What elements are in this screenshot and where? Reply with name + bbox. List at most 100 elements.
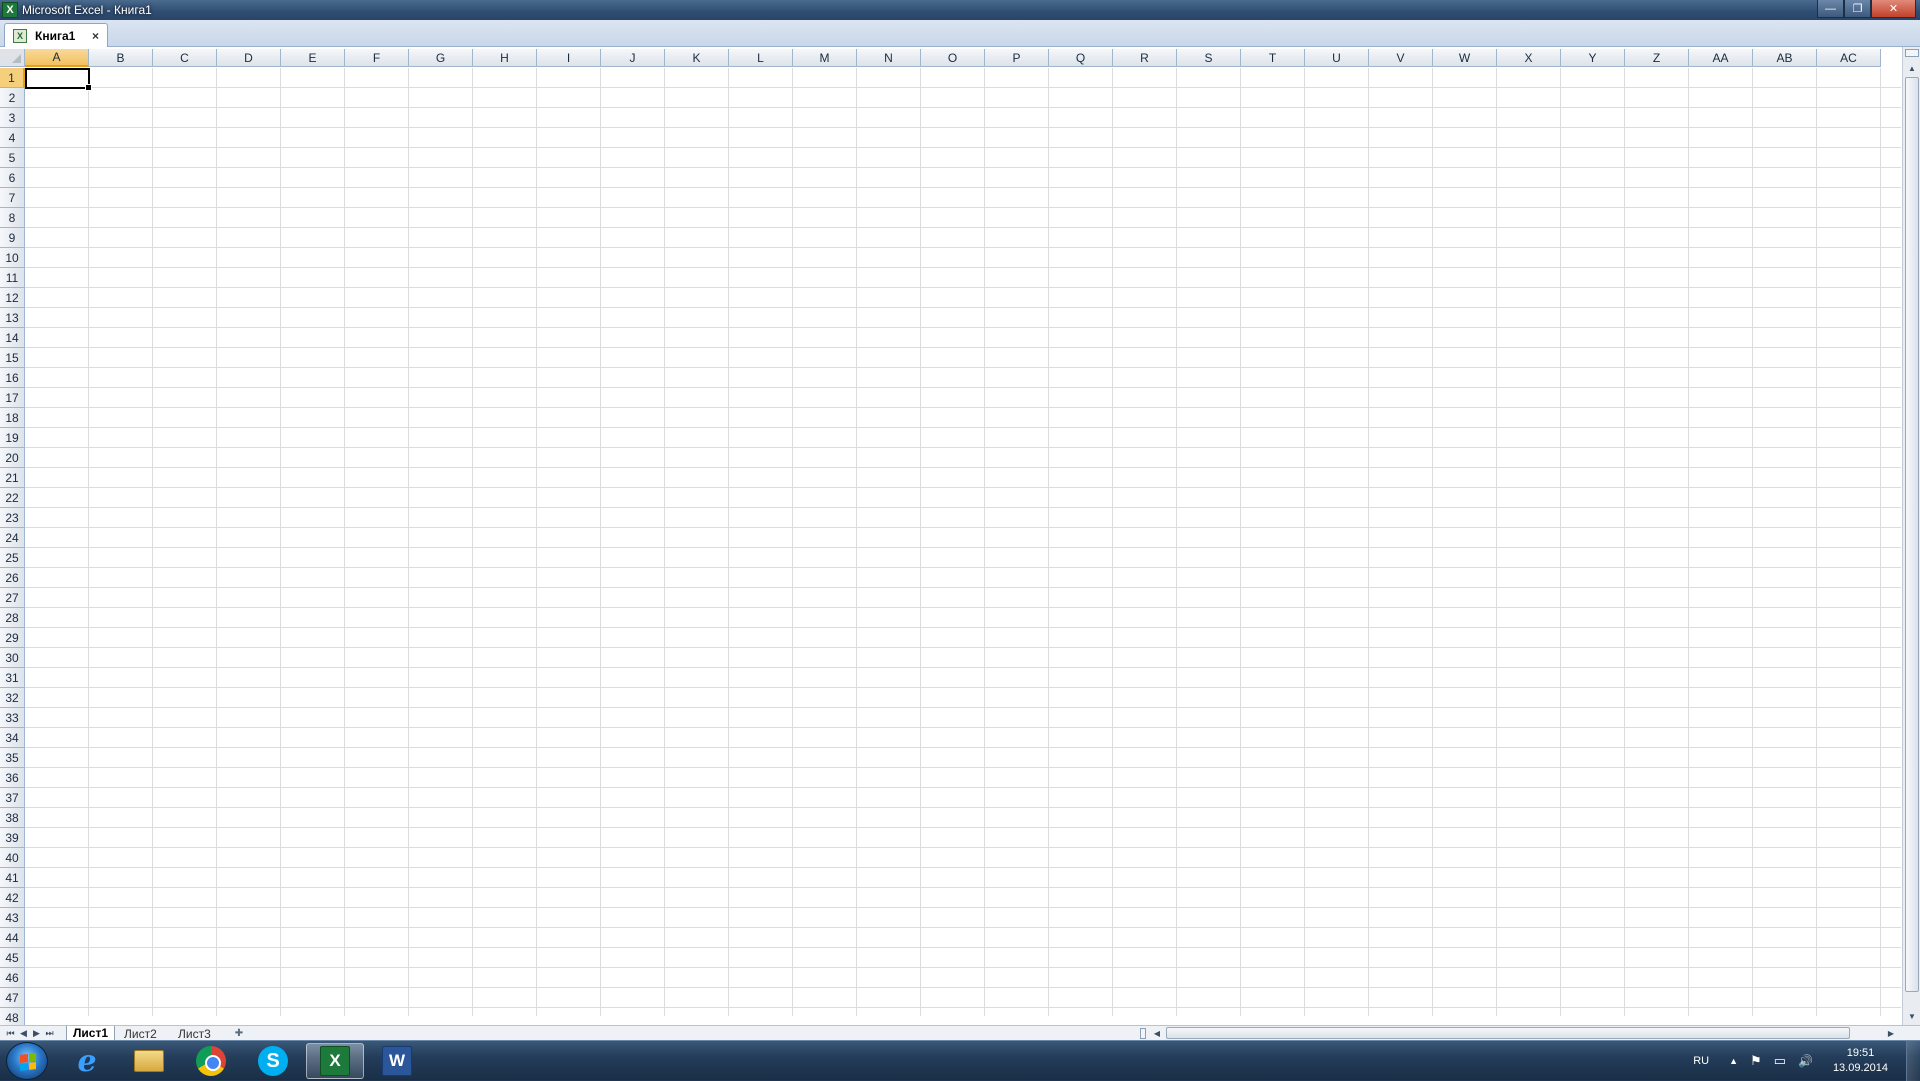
scroll-right-icon[interactable]: ▶	[1884, 1026, 1898, 1040]
column-header-y[interactable]: Y	[1561, 49, 1625, 67]
taskbar-ie[interactable]: e	[58, 1043, 116, 1079]
last-sheet-icon[interactable]: ⏭	[43, 1026, 56, 1040]
column-header-v[interactable]: V	[1369, 49, 1433, 67]
row-header-10[interactable]: 10	[0, 248, 25, 268]
prev-sheet-icon[interactable]: ◀	[17, 1026, 30, 1040]
column-header-q[interactable]: Q	[1049, 49, 1113, 67]
row-header-17[interactable]: 17	[0, 388, 25, 408]
row-header-44[interactable]: 44	[0, 928, 25, 948]
excel-app-icon[interactable]: X	[2, 2, 18, 18]
window-titlebar[interactable]: X Microsoft Excel - Книга1 — ❐ ✕	[0, 0, 1920, 20]
row-header-28[interactable]: 28	[0, 608, 25, 628]
start-button[interactable]	[6, 1042, 48, 1080]
horizontal-scrollbar[interactable]: ◀ ▶	[1140, 1026, 1916, 1041]
select-all-button[interactable]	[0, 49, 25, 67]
column-header-aa[interactable]: AA	[1689, 49, 1753, 67]
row-header-8[interactable]: 8	[0, 208, 25, 228]
column-header-a[interactable]: A	[25, 49, 89, 67]
language-indicator[interactable]: RU	[1693, 1055, 1709, 1067]
cell-area[interactable]	[25, 68, 1901, 1016]
column-header-h[interactable]: H	[473, 49, 537, 67]
column-header-c[interactable]: C	[153, 49, 217, 67]
row-header-16[interactable]: 16	[0, 368, 25, 388]
row-header-7[interactable]: 7	[0, 188, 25, 208]
insert-sheet-icon[interactable]: ✚	[230, 1026, 248, 1040]
sheet-tab-1[interactable]: Лист1	[66, 1026, 116, 1041]
row-header-27[interactable]: 27	[0, 588, 25, 608]
column-header-e[interactable]: E	[281, 49, 345, 67]
column-header-z[interactable]: Z	[1625, 49, 1689, 67]
row-header-31[interactable]: 31	[0, 668, 25, 688]
column-header-x[interactable]: X	[1497, 49, 1561, 67]
row-header-38[interactable]: 38	[0, 808, 25, 828]
row-header-19[interactable]: 19	[0, 428, 25, 448]
row-header-4[interactable]: 4	[0, 128, 25, 148]
row-header-24[interactable]: 24	[0, 528, 25, 548]
minimize-button[interactable]: —	[1817, 0, 1844, 18]
column-header-o[interactable]: O	[921, 49, 985, 67]
row-header-45[interactable]: 45	[0, 948, 25, 968]
first-sheet-icon[interactable]: ⏮	[4, 1026, 17, 1040]
show-desktop-button[interactable]	[1906, 1041, 1920, 1081]
row-header-13[interactable]: 13	[0, 308, 25, 328]
row-header-32[interactable]: 32	[0, 688, 25, 708]
row-header-20[interactable]: 20	[0, 448, 25, 468]
column-header-n[interactable]: N	[857, 49, 921, 67]
row-header-47[interactable]: 47	[0, 988, 25, 1008]
next-sheet-icon[interactable]: ▶	[30, 1026, 43, 1040]
horizontal-scroll-thumb[interactable]	[1166, 1027, 1850, 1039]
row-header-1[interactable]: 1	[0, 68, 25, 88]
row-header-9[interactable]: 9	[0, 228, 25, 248]
taskbar-excel[interactable]: X	[306, 1043, 364, 1079]
column-header-g[interactable]: G	[409, 49, 473, 67]
column-header-w[interactable]: W	[1433, 49, 1497, 67]
row-header-18[interactable]: 18	[0, 408, 25, 428]
action-center-flag-icon[interactable]: ⚑	[1750, 1053, 1762, 1069]
volume-icon[interactable]: 🔊	[1798, 1054, 1813, 1068]
row-header-36[interactable]: 36	[0, 768, 25, 788]
show-hidden-icons-icon[interactable]: ▲	[1729, 1056, 1738, 1066]
vertical-scroll-thumb[interactable]	[1905, 77, 1919, 992]
row-header-37[interactable]: 37	[0, 788, 25, 808]
row-header-14[interactable]: 14	[0, 328, 25, 348]
row-header-2[interactable]: 2	[0, 88, 25, 108]
row-header-42[interactable]: 42	[0, 888, 25, 908]
row-header-3[interactable]: 3	[0, 108, 25, 128]
column-header-r[interactable]: R	[1113, 49, 1177, 67]
close-tab-icon[interactable]: ×	[92, 29, 99, 43]
vertical-scrollbar[interactable]: ▲ ▼	[1902, 47, 1920, 1025]
row-header-43[interactable]: 43	[0, 908, 25, 928]
column-header-d[interactable]: D	[217, 49, 281, 67]
vertical-split-handle[interactable]	[1905, 49, 1919, 57]
column-header-i[interactable]: I	[537, 49, 601, 67]
row-header-11[interactable]: 11	[0, 268, 25, 288]
taskbar-skype[interactable]: S	[244, 1043, 302, 1079]
column-header-ac[interactable]: AC	[1817, 49, 1881, 67]
scroll-down-icon[interactable]: ▼	[1905, 1009, 1919, 1023]
row-header-15[interactable]: 15	[0, 348, 25, 368]
row-header-33[interactable]: 33	[0, 708, 25, 728]
row-header-22[interactable]: 22	[0, 488, 25, 508]
horizontal-split-handle[interactable]	[1140, 1028, 1146, 1039]
scroll-up-icon[interactable]: ▲	[1905, 61, 1919, 75]
taskbar-explorer[interactable]	[120, 1043, 178, 1079]
row-header-41[interactable]: 41	[0, 868, 25, 888]
column-header-t[interactable]: T	[1241, 49, 1305, 67]
column-header-k[interactable]: K	[665, 49, 729, 67]
sheet-tab-2[interactable]: Лист2	[118, 1026, 163, 1041]
column-header-p[interactable]: P	[985, 49, 1049, 67]
row-header-23[interactable]: 23	[0, 508, 25, 528]
row-header-6[interactable]: 6	[0, 168, 25, 188]
row-header-35[interactable]: 35	[0, 748, 25, 768]
row-header-29[interactable]: 29	[0, 628, 25, 648]
scroll-left-icon[interactable]: ◀	[1150, 1026, 1164, 1040]
row-header-34[interactable]: 34	[0, 728, 25, 748]
active-cell-a1[interactable]	[25, 68, 92, 91]
sheet-tab-3[interactable]: Лист3	[172, 1026, 217, 1041]
document-tab[interactable]: X Книга1 ×	[4, 23, 108, 47]
row-header-12[interactable]: 12	[0, 288, 25, 308]
column-header-m[interactable]: M	[793, 49, 857, 67]
row-header-5[interactable]: 5	[0, 148, 25, 168]
clock[interactable]: 19:51 13.09.2014	[1833, 1046, 1888, 1076]
column-header-ab[interactable]: AB	[1753, 49, 1817, 67]
